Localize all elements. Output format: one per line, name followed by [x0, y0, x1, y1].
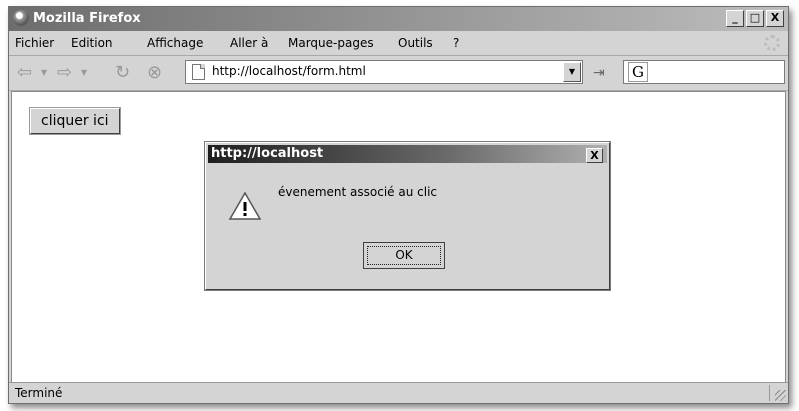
dialog-close-button[interactable]: X [586, 148, 603, 163]
menu-bar: Fichier Edition Affichage Aller à Marque… [9, 31, 788, 56]
reload-icon[interactable]: ↻ [115, 64, 130, 82]
menu-aller-a[interactable]: Aller à [230, 36, 268, 50]
dialog-message: évenement associé au clic [278, 185, 438, 199]
menu-edition[interactable]: Edition [71, 36, 113, 50]
address-input[interactable]: http://localhost/form.html [212, 64, 366, 78]
back-dropdown-icon[interactable]: ▼ [41, 68, 47, 77]
throbber-icon [764, 35, 780, 51]
dialog-title: http://localhost [211, 146, 324, 161]
title-bar[interactable]: Mozilla Firefox _ □ X [9, 7, 788, 31]
menu-help[interactable]: ? [453, 36, 459, 50]
navigation-toolbar: ⇦ ▼ ⇨ ▼ ↻ ⊗ http://localhost/form.html ▼… [9, 56, 788, 91]
menu-fichier[interactable]: Fichier [15, 36, 54, 50]
menu-marque-pages[interactable]: Marque-pages [288, 36, 374, 50]
go-icon[interactable]: ⇥ [593, 65, 605, 81]
forward-arrow-icon[interactable]: ⇨ [57, 64, 72, 82]
status-text: Terminé [15, 386, 63, 400]
status-divider [769, 385, 770, 401]
warning-icon [228, 191, 262, 220]
forward-dropdown-icon[interactable]: ▼ [81, 68, 87, 77]
resize-grip-icon[interactable] [775, 390, 786, 401]
close-button[interactable]: X [766, 10, 784, 27]
address-bar[interactable]: http://localhost/form.html ▼ [185, 60, 583, 84]
dialog-title-bar[interactable]: http://localhost X [208, 145, 607, 163]
ok-button[interactable]: OK [363, 242, 445, 269]
address-dropdown-button[interactable]: ▼ [563, 62, 581, 82]
search-box[interactable]: G [623, 60, 785, 84]
minimize-button[interactable]: _ [726, 10, 744, 27]
menu-outils[interactable]: Outils [398, 36, 433, 50]
window-controls: _ □ X [726, 10, 784, 27]
click-here-button[interactable]: cliquer ici [29, 107, 121, 135]
back-arrow-icon[interactable]: ⇦ [17, 64, 32, 82]
focus-ring [367, 246, 441, 265]
google-search-icon[interactable]: G [628, 62, 648, 82]
page-icon [192, 64, 205, 80]
status-bar: Terminé [9, 382, 788, 403]
firefox-logo-icon [13, 10, 29, 26]
alert-dialog: http://localhost X évenement associé au … [204, 141, 611, 291]
stop-icon[interactable]: ⊗ [147, 64, 162, 82]
menu-affichage[interactable]: Affichage [147, 36, 203, 50]
window-title: Mozilla Firefox [33, 11, 141, 26]
maximize-button[interactable]: □ [746, 10, 764, 27]
